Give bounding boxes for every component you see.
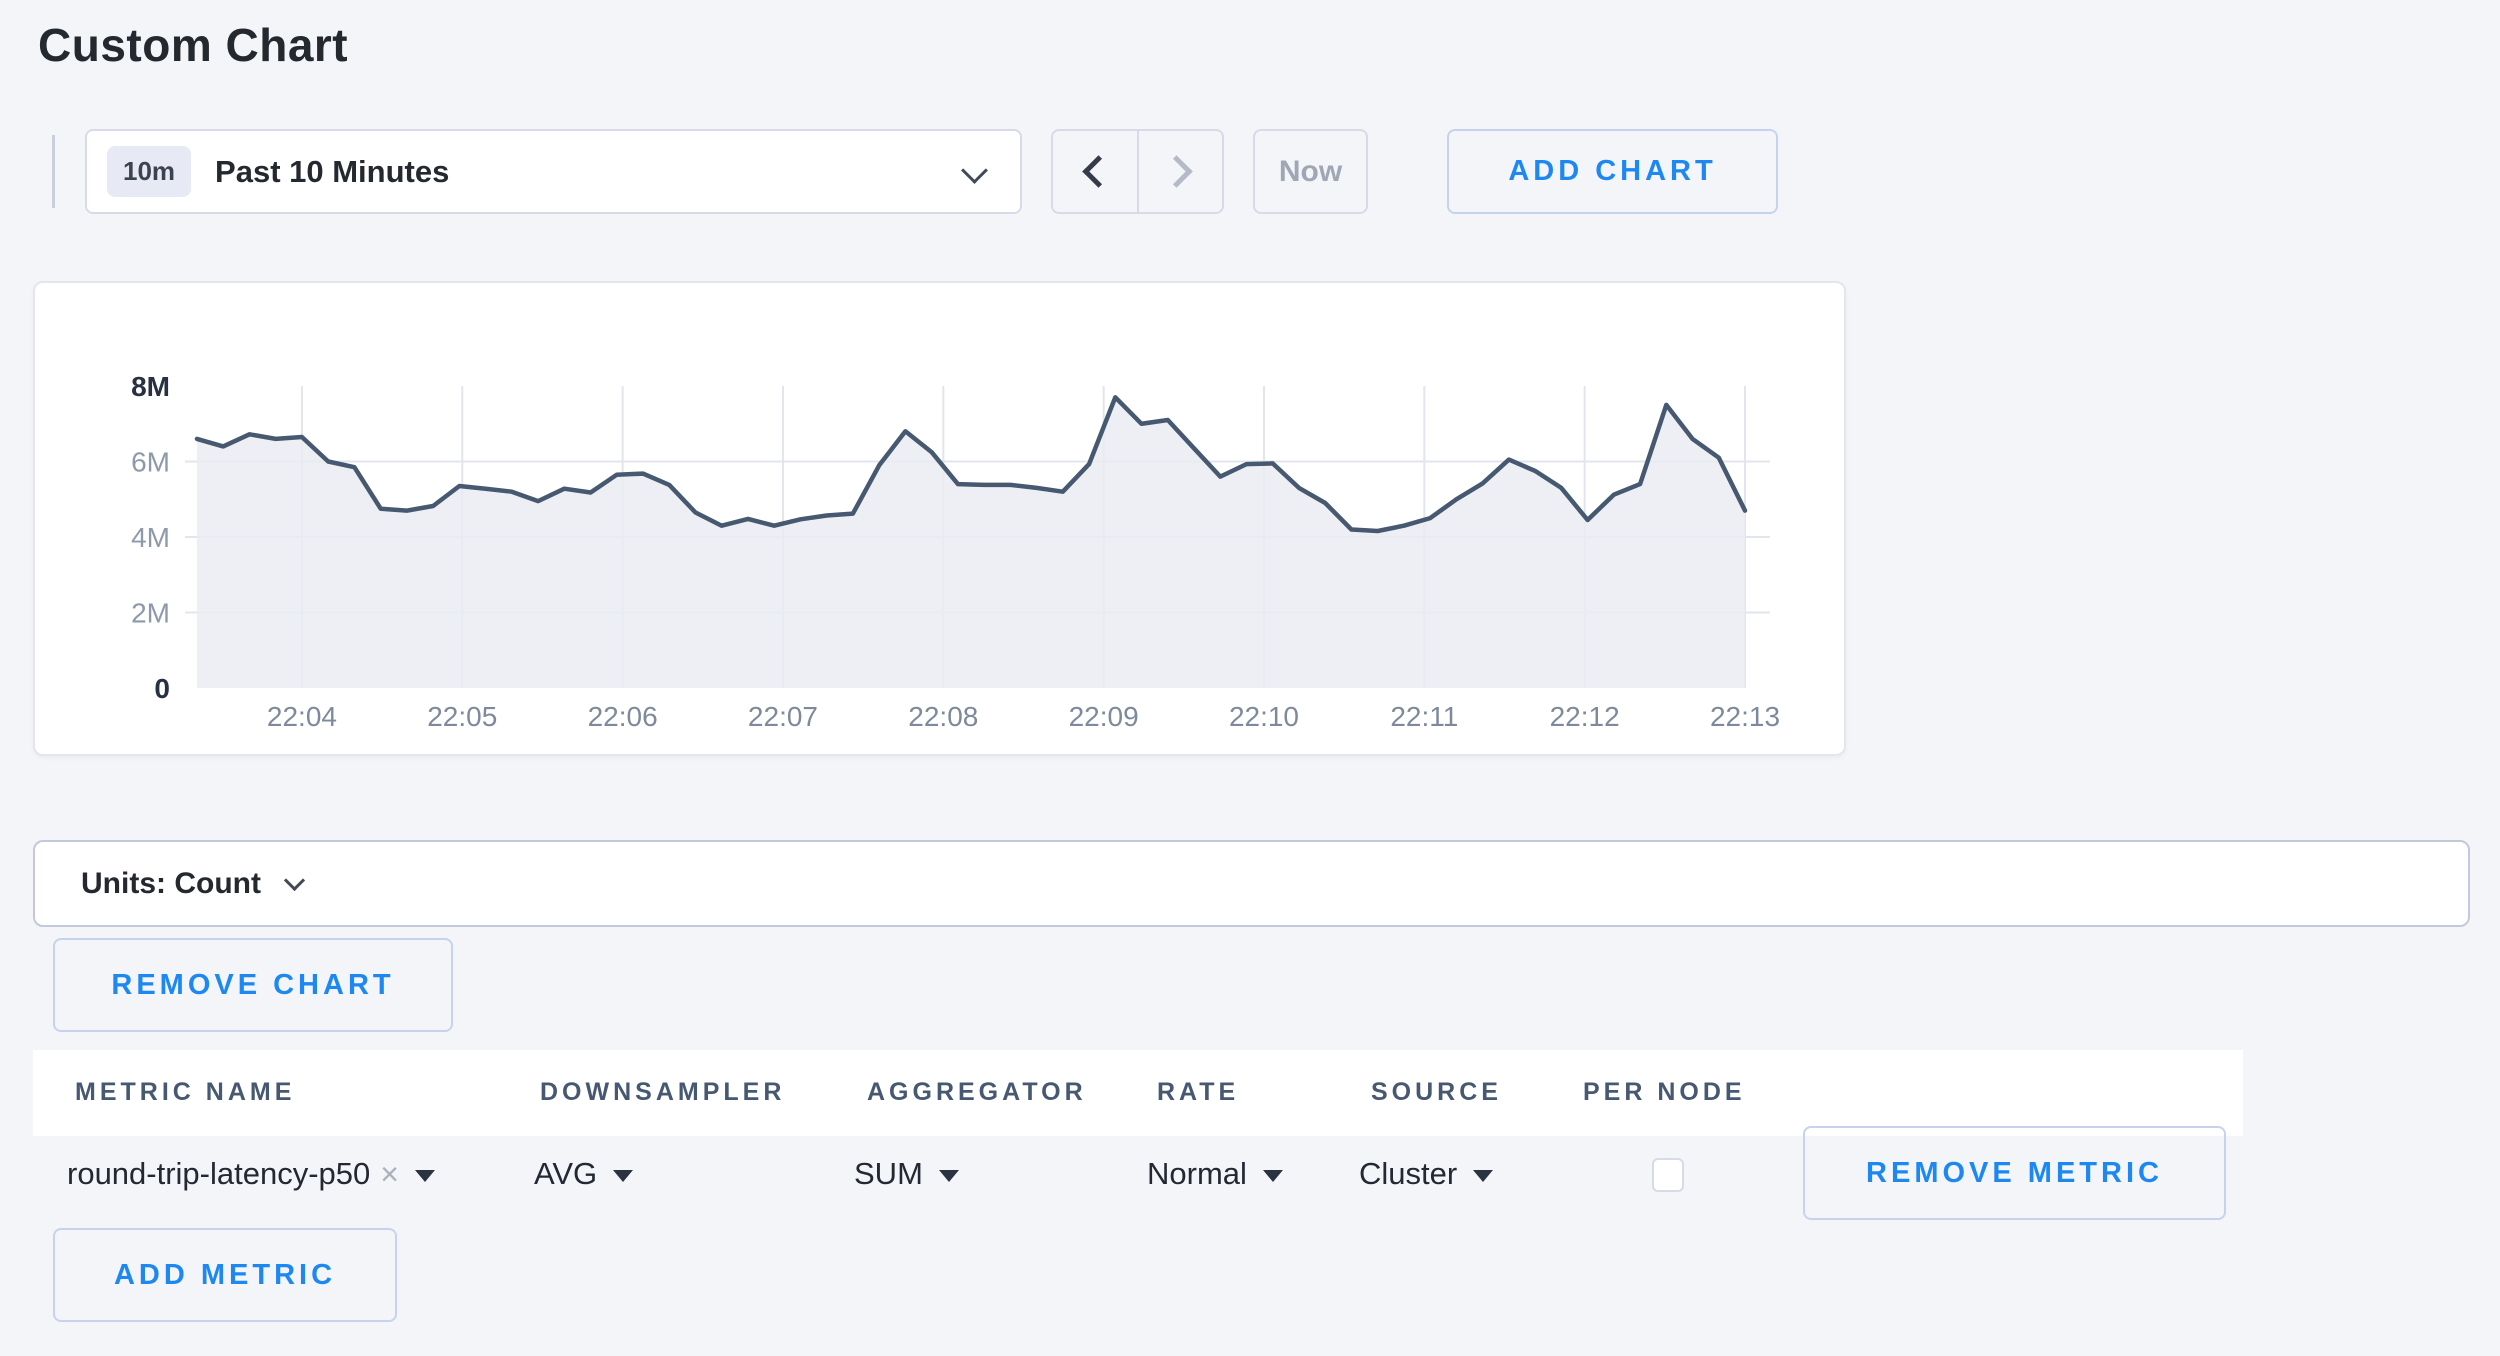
column-header-rate: RATE — [1157, 1078, 1239, 1107]
svg-text:22:05: 22:05 — [427, 701, 497, 732]
svg-text:22:08: 22:08 — [908, 701, 978, 732]
metrics-table-header-band — [33, 1050, 2243, 1136]
svg-text:22:06: 22:06 — [588, 701, 658, 732]
caret-down-icon — [939, 1170, 959, 1182]
svg-text:4M: 4M — [131, 522, 170, 553]
svg-text:22:10: 22:10 — [1229, 701, 1299, 732]
page-title: Custom Chart — [38, 18, 348, 72]
source-select[interactable]: Cluster — [1359, 1152, 1493, 1196]
toolbar-divider — [52, 135, 55, 208]
metric-name-value: round-trip-latency-p50 — [67, 1156, 370, 1192]
downsampler-select[interactable]: AVG — [534, 1152, 633, 1196]
now-button[interactable]: Now — [1253, 129, 1368, 214]
source-value: Cluster — [1359, 1156, 1457, 1192]
custom-chart-page: Custom Chart 10m Past 10 Minutes Now ADD… — [0, 0, 2500, 1356]
metric-name-select[interactable]: round-trip-latency-p50 × — [67, 1152, 435, 1196]
remove-metric-button[interactable]: REMOVE METRIC — [1803, 1126, 2226, 1220]
column-header-aggregator: AGGREGATOR — [867, 1078, 1087, 1107]
caret-down-icon — [613, 1170, 633, 1182]
chevron-right-icon — [1160, 155, 1193, 188]
chevron-down-icon — [284, 870, 305, 891]
time-range-dropdown[interactable]: 10m Past 10 Minutes — [85, 129, 1022, 214]
svg-text:0: 0 — [154, 673, 170, 704]
svg-text:22:04: 22:04 — [267, 701, 337, 732]
column-header-metric-name: METRIC NAME — [75, 1078, 295, 1107]
svg-text:22:11: 22:11 — [1390, 701, 1458, 732]
svg-text:22:07: 22:07 — [748, 701, 818, 732]
svg-text:22:12: 22:12 — [1550, 701, 1620, 732]
caret-down-icon — [415, 1170, 435, 1182]
svg-text:22:09: 22:09 — [1069, 701, 1139, 732]
svg-text:8M: 8M — [131, 371, 170, 402]
rate-value: Normal — [1147, 1156, 1247, 1192]
next-time-button[interactable] — [1137, 131, 1223, 212]
aggregator-value: SUM — [854, 1156, 923, 1192]
timeseries-chart[interactable]: 22:04 22:05 22:06 22:07 22:08 22:09 22:10 22:11… — [35, 283, 1848, 758]
time-range-label: Past 10 Minutes — [215, 154, 449, 190]
column-header-source: SOURCE — [1371, 1078, 1502, 1107]
caret-down-icon — [1263, 1170, 1283, 1182]
aggregator-select[interactable]: SUM — [854, 1152, 959, 1196]
column-header-downsampler: DOWNSAMPLER — [540, 1078, 785, 1107]
chevron-down-icon — [961, 157, 988, 184]
units-label: Units: Count — [81, 867, 261, 901]
remove-chart-button[interactable]: REMOVE CHART — [53, 938, 453, 1032]
time-step-buttons — [1051, 129, 1224, 214]
svg-text:2M: 2M — [131, 598, 170, 629]
chart-card: 22:04 22:05 22:06 22:07 22:08 22:09 22:10 22:11… — [33, 281, 1846, 756]
per-node-checkbox[interactable] — [1652, 1158, 1684, 1192]
column-header-per-node: PER NODE — [1583, 1078, 1746, 1107]
caret-down-icon — [1473, 1170, 1493, 1182]
downsampler-value: AVG — [534, 1156, 597, 1192]
units-dropdown[interactable]: Units: Count — [33, 840, 2470, 927]
time-range-badge: 10m — [107, 146, 191, 197]
add-metric-button[interactable]: ADD METRIC — [53, 1228, 397, 1322]
clear-metric-icon[interactable]: × — [380, 1156, 399, 1193]
chevron-left-icon — [1082, 155, 1115, 188]
add-chart-button[interactable]: ADD CHART — [1447, 129, 1778, 214]
svg-text:22:13: 22:13 — [1710, 701, 1780, 732]
svg-text:6M: 6M — [131, 447, 170, 478]
rate-select[interactable]: Normal — [1147, 1152, 1283, 1196]
previous-time-button[interactable] — [1053, 131, 1137, 212]
